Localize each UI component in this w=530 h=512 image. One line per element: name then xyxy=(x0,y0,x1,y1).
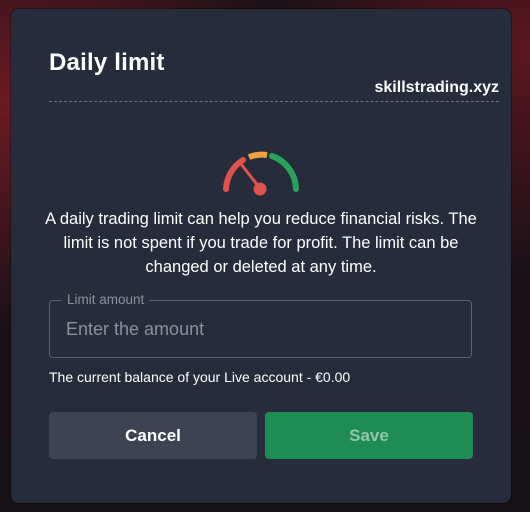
account-balance-text: The current balance of your Live account… xyxy=(49,369,351,385)
save-button[interactable]: Save xyxy=(265,412,473,459)
limit-description: A daily trading limit can help you reduc… xyxy=(45,210,477,276)
limit-amount-input[interactable] xyxy=(50,301,471,357)
daily-limit-dialog: Daily limit skillstrading.xyz A daily tr… xyxy=(11,9,511,503)
dialog-title: Daily limit xyxy=(49,49,165,76)
title-divider xyxy=(49,101,499,102)
watermark-text: skillstrading.xyz xyxy=(374,79,500,96)
limit-amount-field: Limit amount xyxy=(49,292,472,358)
cancel-button[interactable]: Cancel xyxy=(49,412,257,459)
speedometer-gauge-icon xyxy=(223,151,299,196)
